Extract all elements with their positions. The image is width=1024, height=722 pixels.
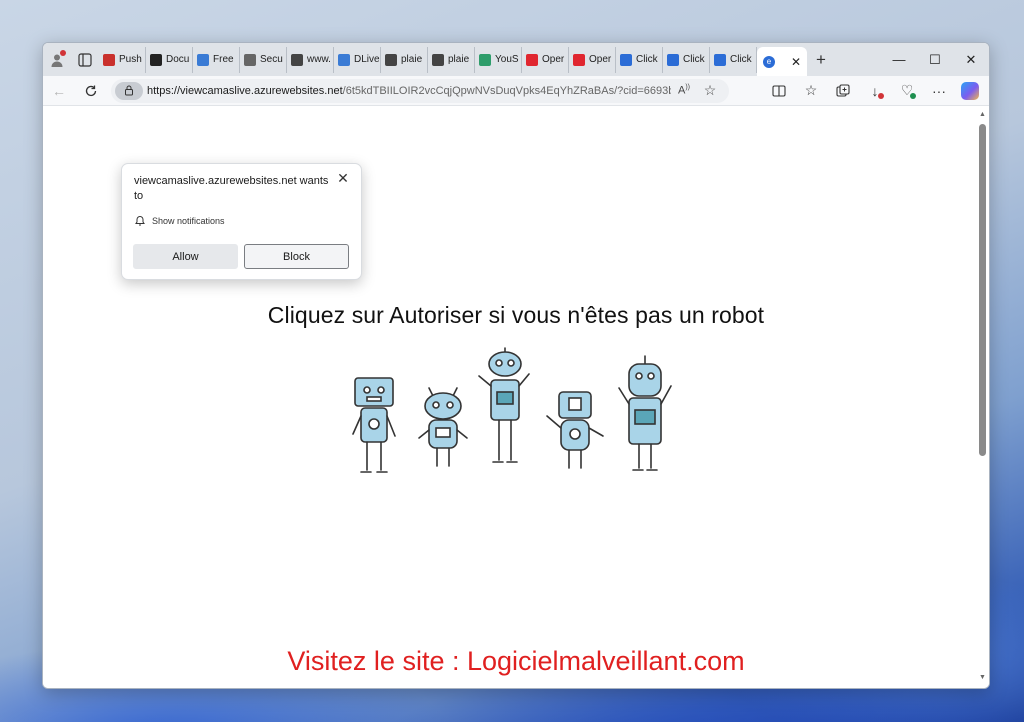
refresh-button[interactable] — [75, 77, 107, 105]
tab-favicon-icon — [573, 53, 585, 66]
robot-3 — [478, 347, 530, 463]
browser-essentials-icon[interactable]: ♡ — [891, 77, 923, 105]
scroll-thumb[interactable] — [979, 124, 986, 456]
tab-label: Push — [119, 54, 142, 65]
collections-icon[interactable] — [827, 77, 859, 105]
tab-8[interactable]: plaie — [428, 46, 475, 73]
tab-label: Free — [213, 54, 234, 65]
site-watermark: Visitez le site : Logicielmalveillant.co… — [287, 646, 745, 676]
back-button[interactable]: ← — [43, 77, 75, 105]
permission-label: Show notifications — [152, 215, 225, 226]
robots-illustration — [352, 347, 672, 473]
tab-label: DLive — [354, 54, 380, 65]
favorites-icon[interactable]: ☆ — [795, 77, 827, 105]
tab-5[interactable]: www. — [287, 46, 334, 73]
robot-4 — [546, 391, 604, 469]
browser-window: Push Docu Free Secu www. DLive plaie plaie YouS O… — [42, 42, 990, 689]
scroll-down-icon[interactable]: ▼ — [978, 673, 987, 682]
tab-list: Push Docu Free Secu www. DLive plaie plaie YouS O… — [99, 43, 757, 76]
tab-9[interactable]: YouS — [475, 46, 522, 73]
bell-icon — [135, 216, 145, 226]
profile-icon[interactable] — [43, 43, 71, 76]
tab-favicon-icon — [197, 53, 209, 66]
tab-12[interactable]: Click — [616, 46, 663, 73]
tab-favicon-icon — [620, 53, 632, 66]
tab-label: Secu — [260, 54, 283, 65]
tab-favicon-icon — [244, 53, 256, 66]
tab-favicon-icon — [338, 53, 350, 66]
robot-1 — [352, 377, 396, 473]
tab-favicon-icon — [291, 53, 303, 66]
tab-4[interactable]: Secu — [240, 46, 287, 73]
tab-label: www. — [307, 54, 331, 65]
vertical-scrollbar[interactable]: ▲ ▼ — [978, 110, 987, 682]
url-text: https://viewcamaslive.azurewebsites.net/… — [147, 84, 671, 97]
tab-close-icon[interactable]: ✕ — [791, 55, 801, 69]
robot-5 — [618, 355, 672, 471]
robot-2 — [418, 387, 468, 467]
page-headline: Cliquez sur Autoriser si vous n'êtes pas… — [267, 302, 765, 328]
scroll-up-icon[interactable]: ▲ — [978, 110, 987, 119]
tab-favicon-icon — [714, 53, 726, 66]
block-button[interactable]: Block — [244, 244, 349, 269]
tab-label: YouS — [495, 54, 519, 65]
tab-label: Click — [636, 54, 658, 65]
tab-favicon-icon — [385, 53, 397, 66]
close-window-button[interactable]: ✕ — [953, 43, 989, 76]
tab-label: Click — [683, 54, 705, 65]
copilot-icon[interactable] — [961, 81, 979, 100]
popup-close-icon[interactable]: ✕ — [335, 170, 351, 187]
tab-label: plaie — [448, 54, 470, 65]
address-bar[interactable]: https://viewcamaslive.azurewebsites.net/… — [111, 78, 729, 103]
popup-title: viewcamaslive.azurewebsites.net wants to — [134, 175, 329, 202]
tab-1[interactable]: Push — [99, 46, 146, 73]
tab-favicon-icon — [150, 53, 162, 66]
tab-label: Click — [730, 54, 752, 65]
page-content: Cliquez sur Autoriser si vous n'êtes pas… — [43, 106, 989, 688]
tab-3[interactable]: Free — [193, 46, 240, 73]
tab-favicon-icon — [479, 53, 491, 66]
read-aloud-icon[interactable]: A)) — [671, 84, 697, 97]
edge-favicon-icon: e — [763, 55, 775, 68]
toolbar: ← https://viewcamaslive.azurewebsites.ne… — [43, 76, 989, 106]
tab-14[interactable]: Click — [710, 46, 757, 73]
favorite-star-icon[interactable]: ☆ — [697, 82, 723, 99]
tab-label: plaie — [401, 54, 423, 65]
tab-6[interactable]: DLive — [334, 46, 381, 73]
downloads-icon[interactable]: ↓ — [859, 77, 891, 105]
more-menu-icon[interactable]: ··· — [923, 77, 955, 105]
tab-13[interactable]: Click — [663, 46, 710, 73]
allow-button[interactable]: Allow — [133, 244, 238, 269]
tab-label: Oper — [589, 54, 612, 65]
tab-11[interactable]: Oper — [569, 46, 616, 73]
tab-10[interactable]: Oper — [522, 46, 569, 73]
tab-2[interactable]: Docu — [146, 46, 193, 73]
site-info-icon[interactable] — [115, 81, 143, 100]
minimize-button[interactable]: — — [881, 43, 917, 76]
tab-favicon-icon — [667, 53, 679, 66]
tab-favicon-icon — [526, 53, 538, 66]
workspaces-icon[interactable] — [71, 43, 99, 76]
notification-permission-popup: viewcamaslive.azurewebsites.net wants to… — [121, 163, 362, 280]
tab-label: Oper — [542, 54, 565, 65]
split-screen-icon[interactable] — [763, 77, 795, 105]
permission-row: Show notifications — [134, 214, 225, 227]
tab-label: Docu — [166, 54, 190, 65]
tab-favicon-icon — [432, 53, 444, 66]
maximize-button[interactable]: ☐ — [917, 43, 953, 76]
new-tab-button[interactable]: + — [807, 43, 835, 76]
tab-strip: Push Docu Free Secu www. DLive plaie plaie YouS O… — [43, 43, 989, 76]
tab-active[interactable]: e ✕ — [757, 47, 807, 76]
tab-7[interactable]: plaie — [381, 46, 428, 73]
tab-favicon-icon — [103, 53, 115, 66]
